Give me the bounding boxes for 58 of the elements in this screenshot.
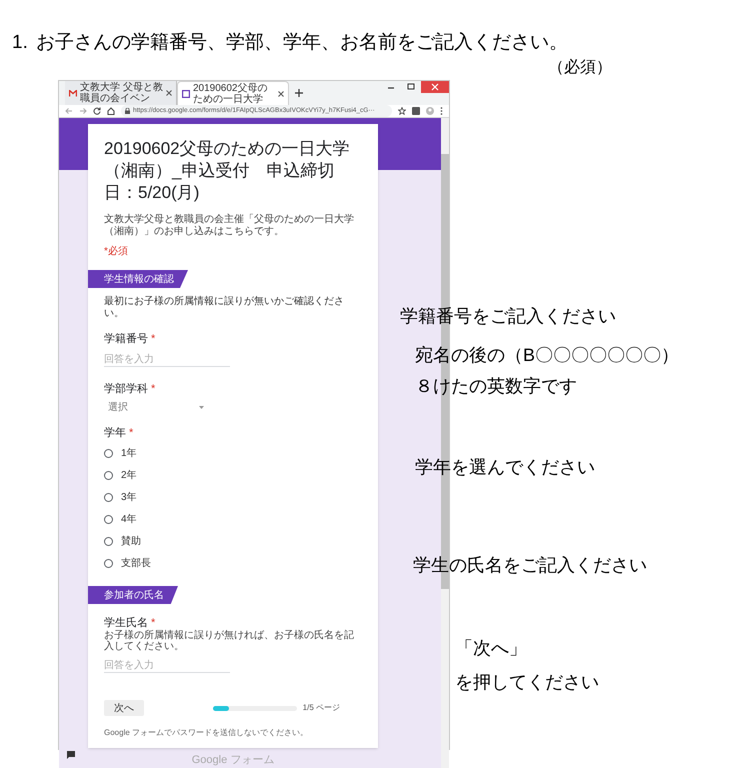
next-button[interactable]: 次へ <box>104 700 144 716</box>
new-tab-icon[interactable] <box>295 89 303 97</box>
help-text: お子様の所属情報に誤りが無ければ、お子様の氏名を記入してください。 <box>104 630 355 652</box>
radio-button[interactable] <box>104 514 113 524</box>
annotation-text: 学籍番号をご記入ください <box>400 305 616 328</box>
annotation-text: 学年を選んでください <box>415 456 595 479</box>
answer-field[interactable]: 回答を入力 <box>104 659 230 673</box>
footer-note: Google フォームでパスワードを送信しないでください。 <box>104 728 310 738</box>
question-label: 学生氏名 <box>104 616 148 630</box>
close-icon[interactable] <box>421 81 449 93</box>
radio-option[interactable]: 支部長 <box>104 552 151 574</box>
annotation-text: 宛名の後の（B〇〇〇〇〇〇〇） <box>415 344 680 367</box>
required-mark: * <box>151 382 156 396</box>
radio-button[interactable] <box>104 470 113 480</box>
radio-option[interactable]: 1年 <box>104 442 137 464</box>
annotation-text: を押してください <box>455 671 599 694</box>
question-number: 1. <box>12 31 28 55</box>
required-legend: *必須 <box>104 246 128 258</box>
annotation-text: 「次へ」 <box>455 637 527 660</box>
required-mark: * <box>151 616 156 630</box>
radio-option[interactable]: 3年 <box>104 486 137 508</box>
home-icon[interactable] <box>107 107 115 115</box>
reload-icon[interactable] <box>93 107 101 115</box>
section-description: 最初にお子様の所属情報に誤りが無いかご確認ください。 <box>104 296 345 320</box>
radio-button[interactable] <box>104 448 113 458</box>
annotation-text: ８けたの英数字です <box>415 375 577 398</box>
required-mark: * <box>129 426 134 440</box>
select-dropdown[interactable]: 選択 <box>108 400 204 414</box>
close-icon[interactable] <box>166 90 172 96</box>
question-label: 学部学科 <box>104 382 148 396</box>
section-header: 参加者の氏名 <box>88 586 178 604</box>
page-indicator: 1/5 ページ <box>302 702 340 714</box>
required-note: （必須） <box>548 59 612 76</box>
browser-tab[interactable]: 20190602父母のための一日大学 <box>177 81 289 105</box>
radio-button[interactable] <box>104 492 113 502</box>
close-icon[interactable] <box>278 90 284 96</box>
caret-icon <box>199 406 204 408</box>
more-icon[interactable] <box>440 107 443 115</box>
annotation-text: 学生の氏名をご記入ください <box>413 554 647 577</box>
question-label: 学年 <box>104 426 126 440</box>
radio-button[interactable] <box>104 558 113 568</box>
section-header: 学生情報の確認 <box>88 270 188 288</box>
mail-icon <box>69 90 77 96</box>
lock-icon <box>125 108 130 114</box>
question-label: 学籍番号 <box>104 332 148 346</box>
star-icon[interactable] <box>398 107 406 115</box>
answer-field[interactable]: 回答を入力 <box>104 353 230 367</box>
radio-option[interactable]: 4年 <box>104 508 137 530</box>
required-mark: * <box>151 332 156 346</box>
radio-option[interactable]: 2年 <box>104 464 137 486</box>
instruction-text: お子さんの学籍番号、学部、学年、お名前をご記入ください。 <box>36 31 568 55</box>
form-title: 20190602父母のための一日大学（湘南）_申込受付 申込締切日：5/20(月) <box>104 138 351 204</box>
radio-button[interactable] <box>104 536 113 546</box>
radio-option[interactable]: 賛助 <box>104 530 141 552</box>
browser-tab[interactable]: 文教大学 父母と教職員の会イベン <box>65 81 177 105</box>
form-icon <box>182 90 190 98</box>
brand-label: Google フォーム <box>192 753 274 768</box>
form-description: 文教大学父母と教職員の会主催「父母のための一日大学（湘南）」のお申し込みはこちらです。 <box>104 214 355 238</box>
